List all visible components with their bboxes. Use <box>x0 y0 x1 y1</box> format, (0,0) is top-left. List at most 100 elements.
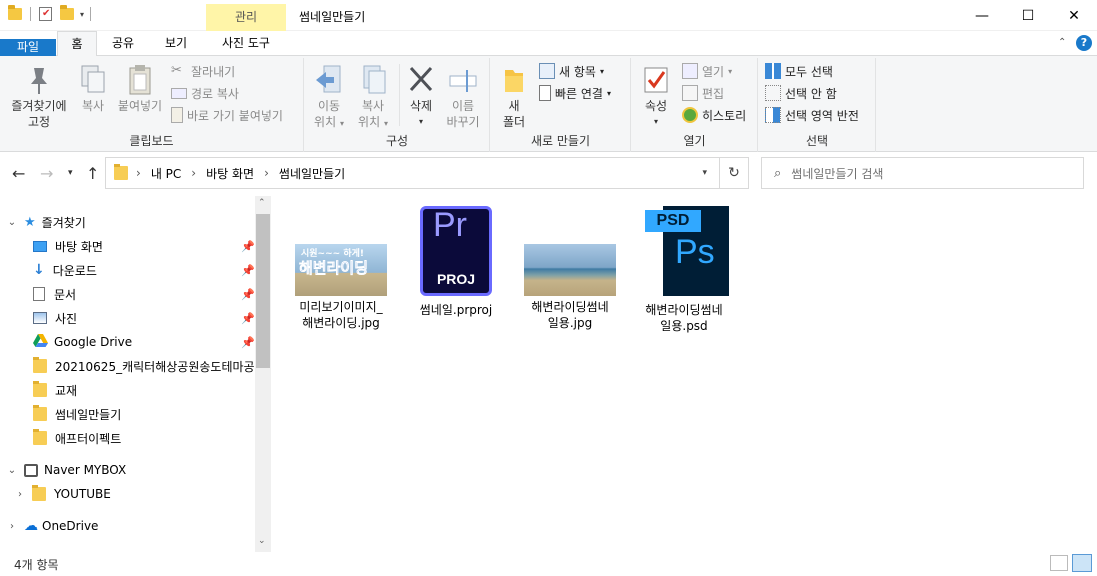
copy-label: 복사 <box>81 99 105 113</box>
window-title: 썸네일만들기 <box>299 10 366 24</box>
easy-access-button[interactable]: 빠른 연결 ▾ <box>539 83 611 103</box>
nav-scrollbar[interactable]: ⌃ ⌄ <box>255 196 271 552</box>
copy-to-button[interactable]: 복사 위치 ▾ <box>353 60 393 132</box>
nav-item-pictures[interactable]: 사진 <box>33 307 77 329</box>
properties-dropdown-icon[interactable]: ▾ <box>636 114 676 130</box>
select-none-icon <box>765 85 781 101</box>
paste-shortcut-label: 바로 가기 붙여넣기 <box>187 108 283 123</box>
breadcrumb-chevron-icon[interactable]: › <box>136 166 141 180</box>
psd-badge: PSD <box>645 210 701 232</box>
nav-item-naver-mybox[interactable]: ⌄ Naver MYBOX <box>6 459 126 481</box>
refresh-icon[interactable]: ↻ <box>719 157 749 189</box>
nav-item-folder[interactable]: 교재 <box>33 379 77 401</box>
chevron-down-icon[interactable]: ⌄ <box>6 217 18 228</box>
open-icon <box>682 63 698 79</box>
help-icon[interactable]: ? <box>1076 35 1092 51</box>
tab-share[interactable]: 공유 <box>101 31 145 56</box>
pin-icon[interactable]: 📌 <box>241 264 255 277</box>
edit-button[interactable]: 편집 <box>682 83 724 103</box>
file-item[interactable]: PSD Ps 해변라이딩썸네 일용.psd <box>632 204 736 334</box>
rename-button[interactable]: 이름 바꾸기 <box>443 60 483 130</box>
select-group-label: 선택 <box>805 134 829 148</box>
breadcrumb-this-pc[interactable]: 내 PC <box>151 165 181 182</box>
nav-item-folder[interactable]: 썸네일만들기 <box>33 403 121 425</box>
breadcrumb-desktop[interactable]: 바탕 화면 <box>206 165 254 182</box>
scroll-down-icon[interactable]: ⌄ <box>258 536 266 546</box>
search-box[interactable]: ⌕ 썸네일만들기 검색 <box>761 157 1084 189</box>
chevron-down-icon[interactable]: ⌄ <box>6 465 18 476</box>
chevron-down-icon[interactable]: ▾ <box>80 10 84 19</box>
nav-item-downloads[interactable]: ↓ 다운로드 <box>33 259 97 281</box>
pin-icon[interactable]: 📌 <box>241 312 255 325</box>
open-label: 열기 <box>702 64 725 79</box>
delete-dropdown-icon[interactable]: ▾ <box>403 114 439 130</box>
delete-button[interactable]: 삭제 ▾ <box>403 60 439 130</box>
delete-label: 삭제 <box>409 99 433 113</box>
new-folder-icon[interactable] <box>60 5 74 20</box>
clipboard-icon <box>125 64 155 96</box>
nav-item-google-drive[interactable]: Google Drive <box>33 331 132 353</box>
nav-item-desktop[interactable]: 바탕 화면 <box>33 235 103 257</box>
tab-view[interactable]: 보기 <box>153 31 199 56</box>
up-arrow-icon[interactable]: ↑ <box>86 164 99 183</box>
select-none-button[interactable]: 선택 안 함 <box>765 83 837 103</box>
recent-locations-chevron-icon[interactable]: ▾ <box>68 168 73 178</box>
breadcrumb-chevron-icon[interactable]: › <box>191 166 196 180</box>
folder-icon[interactable] <box>8 5 22 20</box>
chevron-right-icon[interactable]: › <box>14 489 26 500</box>
tab-home[interactable]: 홈 <box>57 31 97 57</box>
details-view-icon[interactable] <box>1050 555 1068 571</box>
nav-item-onedrive[interactable]: › ☁ OneDrive <box>6 515 98 537</box>
nav-item-label: Naver MYBOX <box>44 463 127 477</box>
collapse-ribbon-icon[interactable]: ⌃ <box>1058 37 1066 48</box>
move-label-2: 위치 ▾ <box>314 115 344 129</box>
copy-path-button[interactable]: 경로 복사 <box>171 83 239 103</box>
paste-shortcut-button[interactable]: 바로 가기 붙여넣기 <box>171 105 283 125</box>
properties-button[interactable]: 속성 ▾ <box>636 60 676 130</box>
scroll-up-icon[interactable]: ⌃ <box>258 198 266 208</box>
back-arrow-icon[interactable]: ← <box>12 164 25 183</box>
cut-button[interactable]: ✂ 잘라내기 <box>171 61 235 81</box>
image-thumbnail <box>524 244 616 296</box>
breadcrumb-chevron-icon[interactable]: › <box>264 166 269 180</box>
paste-button[interactable]: 붙여넣기 <box>114 60 166 114</box>
select-all-button[interactable]: 모두 선택 <box>765 61 833 81</box>
chevron-down-icon: ▾ <box>606 88 611 98</box>
nav-item-folder[interactable]: 애프터이펙트 <box>33 427 121 449</box>
address-bar[interactable]: › 내 PC › 바탕 화면 › 썸네일만들기 ▾ <box>105 157 720 189</box>
open-button[interactable]: 열기 ▾ <box>682 61 732 81</box>
minimize-button[interactable]: — <box>959 0 1005 31</box>
move-to-button[interactable]: 이동 위치 ▾ <box>309 60 349 132</box>
search-placeholder[interactable]: 썸네일만들기 검색 <box>791 165 883 182</box>
file-item[interactable]: 해변라이딩썸네 일용.jpg <box>518 204 622 331</box>
nav-item-youtube[interactable]: › YOUTUBE <box>14 483 111 505</box>
copy-button[interactable]: 복사 <box>76 60 110 114</box>
file-name-line1: 해변라이딩썸네 <box>531 300 609 314</box>
history-button[interactable]: 히스토리 <box>682 105 746 125</box>
new-folder-label-2: 폴더 <box>502 115 526 129</box>
forward-arrow-icon[interactable]: → <box>40 164 53 183</box>
pin-icon[interactable]: 📌 <box>241 240 255 253</box>
invert-selection-button[interactable]: 선택 영역 반전 <box>765 105 859 125</box>
tab-picture-tools[interactable]: 사진 도구 <box>206 31 286 56</box>
nav-item-documents[interactable]: 문서 <box>33 283 76 305</box>
quick-access-item[interactable]: ⌄ ★ 즐겨찾기 <box>6 211 86 233</box>
properties-icon[interactable]: ✔ <box>39 7 52 21</box>
copy-to-icon <box>358 64 388 96</box>
pin-icon[interactable]: 📌 <box>241 336 255 349</box>
chevron-right-icon[interactable]: › <box>6 521 18 532</box>
pin-icon[interactable]: 📌 <box>241 288 255 301</box>
manage-context-tab[interactable]: 관리 <box>206 4 286 31</box>
large-icons-view-icon[interactable] <box>1072 554 1092 572</box>
nav-item-folder[interactable]: 20210625_캐릭터해상공원송도테마공 <box>33 355 255 377</box>
address-dropdown-icon[interactable]: ▾ <box>702 168 707 178</box>
breadcrumb-current-folder[interactable]: 썸네일만들기 <box>279 165 345 182</box>
scroll-thumb[interactable] <box>256 214 270 368</box>
pin-to-quick-access-button[interactable]: 즐겨찾기에 고정 <box>4 60 74 130</box>
new-folder-button[interactable]: 새 폴더 <box>497 60 531 130</box>
close-button[interactable]: ✕ <box>1051 0 1097 31</box>
file-item[interactable]: 시원~~~ 하게! 해변라이딩 미리보기이미지_ 해변라이딩.jpg <box>289 204 393 331</box>
file-item[interactable]: Pr PROJ 썸네일.prproj <box>404 204 508 318</box>
new-item-button[interactable]: 새 항목 ▾ <box>539 61 604 81</box>
maximize-button[interactable]: ☐ <box>1005 0 1051 31</box>
